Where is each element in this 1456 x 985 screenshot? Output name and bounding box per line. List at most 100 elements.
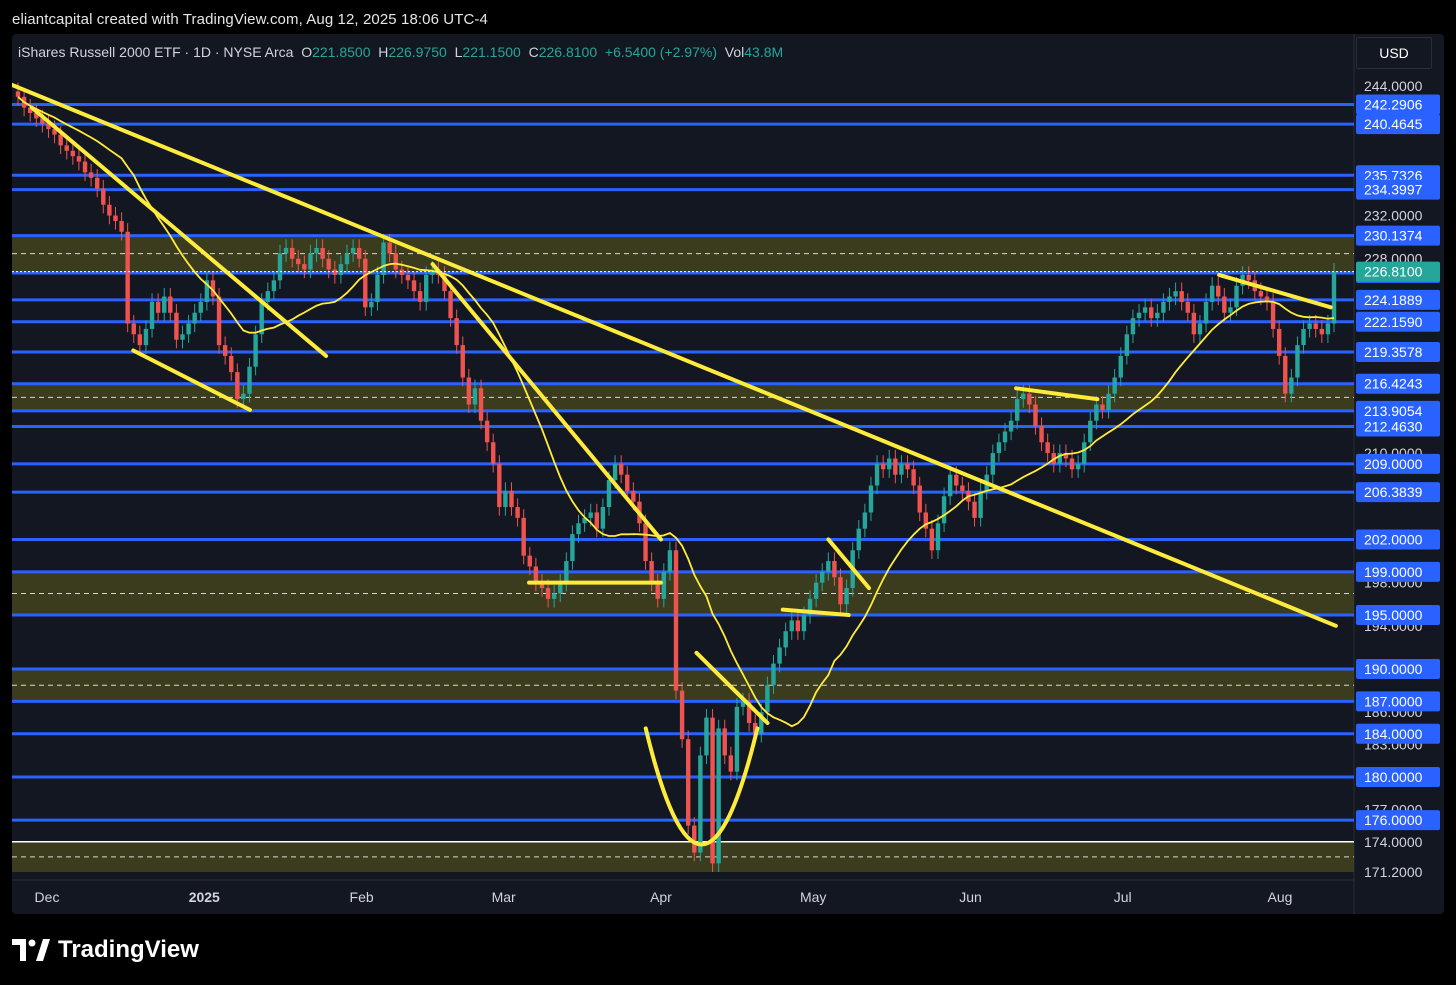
price-level-label: 184.0000 <box>1364 726 1423 742</box>
price-level-label: 230.1374 <box>1364 228 1423 244</box>
candle-body <box>844 588 849 605</box>
volume-label: Vol <box>724 44 745 60</box>
price-level-label: 202.0000 <box>1364 531 1423 547</box>
candle-body <box>765 685 770 713</box>
candle-body <box>1191 312 1197 335</box>
candle-body <box>417 291 423 302</box>
candle-body <box>1216 285 1221 297</box>
candle-body <box>551 593 557 599</box>
candle-body <box>119 220 124 232</box>
candle-body <box>484 420 490 443</box>
candle-body <box>1289 377 1294 394</box>
candle-body <box>411 280 417 292</box>
candle-body <box>1295 345 1300 378</box>
candle-body <box>356 247 362 259</box>
candle-body <box>88 172 94 178</box>
candle-body <box>64 145 69 151</box>
candle-body <box>576 523 581 535</box>
candle-body <box>1106 393 1111 410</box>
candle-body <box>667 550 673 572</box>
candle-body <box>625 474 630 491</box>
candle-body <box>235 372 240 400</box>
candle-body <box>162 296 167 313</box>
candle-body <box>856 528 861 551</box>
candle-body <box>76 156 82 162</box>
candle-body <box>874 463 880 486</box>
candle-body <box>515 507 520 518</box>
candle-body <box>198 301 203 313</box>
symbol-name: iShares Russell 2000 ETF · 1D · NYSE Arc… <box>18 44 294 60</box>
candle-body <box>448 291 453 319</box>
candle-body <box>1203 301 1209 324</box>
candle-body <box>728 755 734 772</box>
candle-body <box>1033 404 1038 427</box>
candle-body <box>454 318 459 346</box>
price-chart[interactable]: 244.0000232.0000228.0000210.0000198.0000… <box>12 34 1444 914</box>
currency-button[interactable]: USD <box>1356 37 1432 69</box>
candle-body <box>673 550 679 691</box>
candle-body <box>661 571 667 599</box>
candle-body <box>606 480 612 508</box>
trendline[interactable] <box>29 105 329 358</box>
candle-body <box>588 512 593 518</box>
candle-body <box>192 312 197 324</box>
candle-body <box>107 204 112 216</box>
candle-body <box>1045 442 1050 454</box>
candle-body <box>594 512 599 529</box>
candle-body <box>143 328 149 346</box>
candle-body <box>1136 312 1142 319</box>
candle-body <box>497 463 502 508</box>
candle-body <box>734 706 740 772</box>
candle-body <box>826 561 831 572</box>
candle-body <box>1258 291 1264 297</box>
candle-body <box>369 301 374 308</box>
candle-body <box>155 301 161 313</box>
candle-body <box>1222 296 1227 313</box>
chart-panel[interactable]: 244.0000 232.0000 228.0000 210.0000 198.0000… <box>12 34 1444 914</box>
candle-body <box>216 296 222 346</box>
candle-body <box>253 334 258 367</box>
candle-body <box>101 188 106 205</box>
candle-body <box>296 258 301 265</box>
candle-body <box>1167 296 1172 302</box>
low-value: 221.1500 <box>462 44 521 60</box>
candle-body <box>1124 334 1130 356</box>
time-tick-label: Dec <box>35 889 60 905</box>
candle-body <box>960 485 965 491</box>
candle-body <box>631 490 636 502</box>
candle-body <box>332 269 338 275</box>
candle-body <box>381 242 386 275</box>
candle-body <box>868 485 874 513</box>
high-label: H <box>378 44 389 60</box>
price-level-label: 187.0000 <box>1364 693 1423 709</box>
candle-body <box>344 253 350 265</box>
candle-body <box>70 150 76 157</box>
candle-body <box>460 345 465 378</box>
candle-body <box>363 258 368 308</box>
price-tick-label: 171.2000 <box>1364 864 1423 880</box>
candle-body <box>1325 323 1331 335</box>
candle-body <box>1283 355 1288 394</box>
candle-body <box>405 274 411 281</box>
candle-body <box>887 458 892 470</box>
price-level-label: 222.1590 <box>1364 314 1423 330</box>
time-tick-label: Mar <box>492 889 516 905</box>
candle-body <box>472 388 478 405</box>
symbol-legend: iShares Russell 2000 ETF · 1D · NYSE Arc… <box>18 44 783 60</box>
candle-body <box>491 442 496 464</box>
candle-body <box>801 615 807 632</box>
candle-body <box>1179 291 1184 302</box>
candle-body <box>716 728 721 864</box>
candle-body <box>229 355 234 373</box>
price-level-label: 219.3578 <box>1364 344 1423 360</box>
candle-body <box>283 247 289 254</box>
candle-body <box>1021 393 1026 400</box>
candle-body <box>838 577 843 605</box>
candle-body <box>1082 442 1087 464</box>
candle-body <box>503 490 508 508</box>
candle-body <box>320 247 325 259</box>
candle-body <box>1301 328 1306 346</box>
open-label: O <box>301 44 313 60</box>
candle-body <box>137 334 143 346</box>
candle-body <box>1094 404 1099 421</box>
